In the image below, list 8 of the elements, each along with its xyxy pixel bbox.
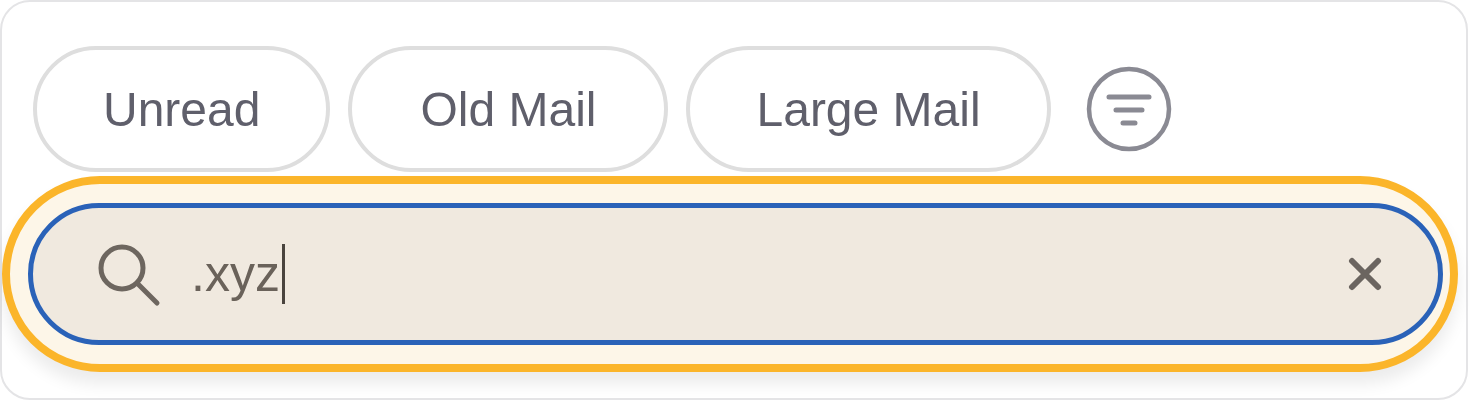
filter-button[interactable] — [1084, 65, 1173, 153]
filter-chip[interactable]: Unread — [33, 46, 331, 172]
filter-chip[interactable]: Old Mail — [348, 46, 669, 172]
filter-chip[interactable]: Large Mail — [686, 46, 1051, 172]
close-button[interactable] — [1348, 257, 1382, 291]
text-cursor — [281, 244, 285, 304]
search-text: .xyz — [191, 245, 280, 303]
search-field[interactable]: .xyz — [28, 203, 1443, 345]
